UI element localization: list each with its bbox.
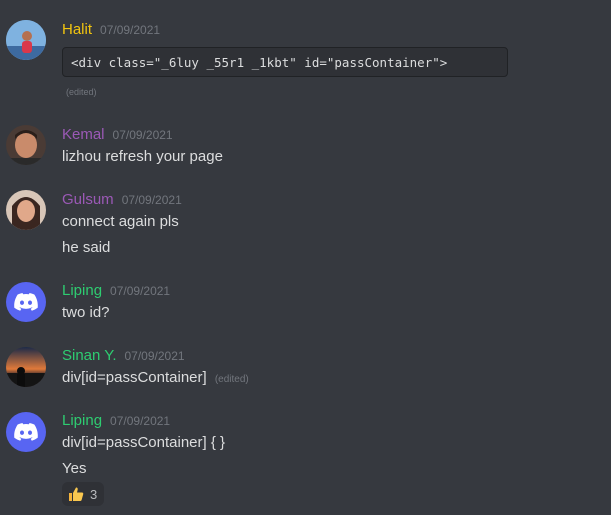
avatar-photo-icon: [6, 20, 46, 60]
timestamp: 07/09/2021: [110, 414, 171, 428]
edited-label: (edited): [214, 374, 249, 385]
code-block: <div class="_6luy _55r1 _1kbt" id="passC…: [62, 47, 508, 77]
username[interactable]: Kemal: [62, 126, 105, 143]
reaction-button[interactable]: 3: [62, 482, 104, 506]
timestamp: 07/09/2021: [100, 23, 161, 37]
discord-logo-icon: [14, 423, 38, 441]
message-text: two id?: [62, 304, 110, 321]
avatar-photo-icon: [6, 190, 46, 230]
message-text-content: div[id=passContainer]: [62, 369, 207, 386]
avatar[interactable]: [6, 190, 46, 230]
thumbs-up-icon: [69, 487, 84, 501]
message-text: connect again pls: [62, 213, 179, 230]
username[interactable]: Liping: [62, 282, 102, 299]
edited-label: (edited): [66, 87, 97, 97]
avatar[interactable]: [6, 282, 46, 322]
timestamp: 07/09/2021: [124, 349, 185, 363]
avatar[interactable]: [6, 347, 46, 387]
message-text: div[id=passContainer] { }: [62, 434, 226, 451]
reaction-count: 3: [90, 486, 98, 502]
avatar[interactable]: [6, 20, 46, 60]
username[interactable]: Sinan Y.: [62, 347, 117, 364]
username[interactable]: Halit: [62, 21, 92, 38]
message-text: lizhou refresh your page: [62, 148, 223, 165]
message-text: Yes: [62, 460, 87, 477]
avatar-photo-icon: [6, 347, 46, 387]
username[interactable]: Liping: [62, 412, 102, 429]
timestamp: 07/09/2021: [110, 284, 171, 298]
message-text: div[id=passContainer] (edited): [62, 369, 249, 386]
avatar[interactable]: [6, 125, 46, 165]
discord-logo-icon: [14, 293, 38, 311]
timestamp: 07/09/2021: [112, 128, 173, 142]
timestamp: 07/09/2021: [121, 193, 182, 207]
username[interactable]: Gulsum: [62, 191, 114, 208]
avatar-photo-icon: [6, 125, 46, 165]
message-text: he said: [62, 239, 111, 256]
avatar[interactable]: [6, 412, 46, 452]
